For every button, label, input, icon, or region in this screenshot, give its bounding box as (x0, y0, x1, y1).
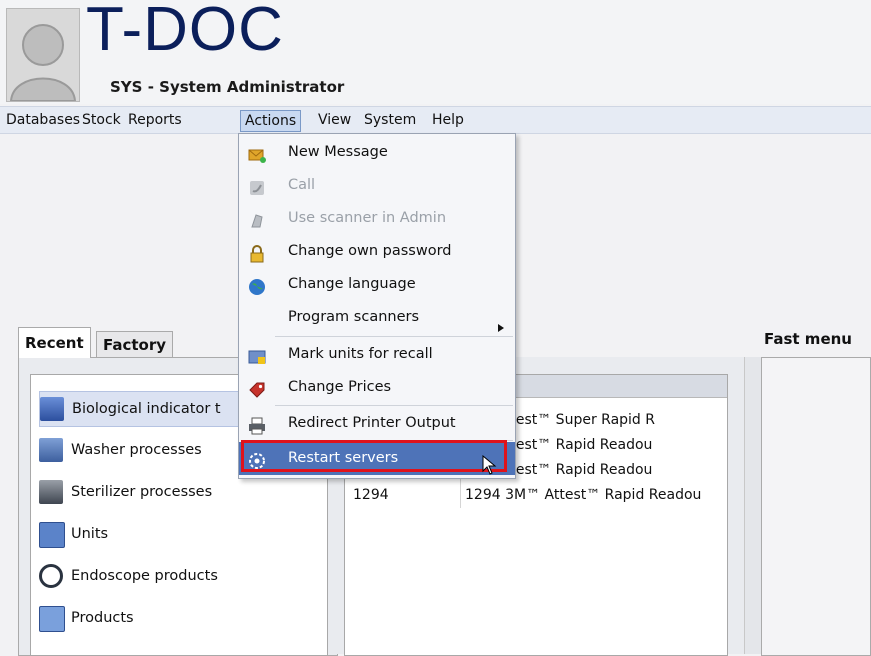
units-icon (39, 522, 65, 548)
fast-menu-panel (761, 357, 871, 656)
list-item-endoscope-products[interactable]: Endoscope products (39, 559, 279, 593)
menu-reports[interactable]: Reports (124, 110, 186, 130)
endoscope-icon (39, 564, 63, 588)
phone-icon (248, 177, 266, 195)
menu-item-change-prices[interactable]: Change Prices (239, 371, 515, 404)
list-item-washer-processes[interactable]: Washer processes (39, 433, 259, 467)
biological-indicator-icon (40, 397, 64, 421)
list-item-sterilizer-processes[interactable]: Sterilizer processes (39, 475, 269, 509)
menu-item-redirect-printer-output[interactable]: Redirect Printer Output (239, 407, 515, 440)
highlight-outline (241, 440, 507, 472)
menu-system[interactable]: System (360, 110, 420, 130)
lock-icon (248, 243, 266, 263)
menu-item-change-language[interactable]: Change language (239, 268, 515, 301)
menu-item-change-own-password[interactable]: Change own password (239, 235, 515, 268)
user-avatar (6, 8, 80, 102)
recall-icon (248, 346, 266, 364)
menu-item-mark-units-for-recall[interactable]: Mark units for recall (239, 338, 515, 371)
menu-databases[interactable]: Databases (2, 110, 84, 130)
table-row[interactable]: 1294 1294 3M™ Attest™ Rapid Readou (345, 483, 727, 508)
mouse-cursor-icon (482, 454, 498, 481)
menu-separator (275, 405, 513, 406)
price-tag-icon (248, 379, 266, 398)
fast-menu-title: Fast menu (764, 330, 852, 348)
tab-factory[interactable]: Factory (96, 331, 174, 358)
tab-recent[interactable]: Recent (18, 327, 91, 358)
scanner-icon (248, 210, 266, 228)
list-item-biological-indicator[interactable]: Biological indicator t (39, 391, 247, 427)
menu-view[interactable]: View (314, 110, 355, 130)
sterilizer-icon (39, 480, 63, 504)
menu-actions[interactable]: Actions (240, 110, 302, 132)
products-icon (39, 606, 65, 632)
user-title: SYS - System Administrator (110, 78, 345, 96)
menu-item-program-scanners[interactable]: Program scanners (239, 301, 515, 334)
menu-separator (275, 336, 513, 337)
menu-item-use-scanner-in-admin[interactable]: Use scanner in Admin (239, 202, 515, 235)
globe-icon (248, 276, 266, 295)
menu-bar: Databases Stock Reports Actions View Sys… (0, 106, 871, 134)
menu-item-call[interactable]: Call (239, 169, 515, 202)
menu-item-new-message[interactable]: New Message (239, 136, 515, 169)
printer-icon (248, 415, 266, 435)
washer-icon (39, 438, 63, 462)
list-item-units[interactable]: Units (39, 517, 179, 551)
list-item-products[interactable]: Products (39, 601, 199, 635)
app-logo: T-DOC (86, 0, 284, 64)
actions-dropdown: New Message Call Use scanner in Admin Ch… (238, 133, 516, 479)
menu-stock[interactable]: Stock (78, 110, 125, 130)
menu-help[interactable]: Help (428, 110, 468, 130)
new-message-icon (248, 144, 266, 163)
app-header: T-DOC SYS - System Administrator (0, 0, 871, 104)
vertical-scrollbar[interactable] (744, 357, 761, 654)
